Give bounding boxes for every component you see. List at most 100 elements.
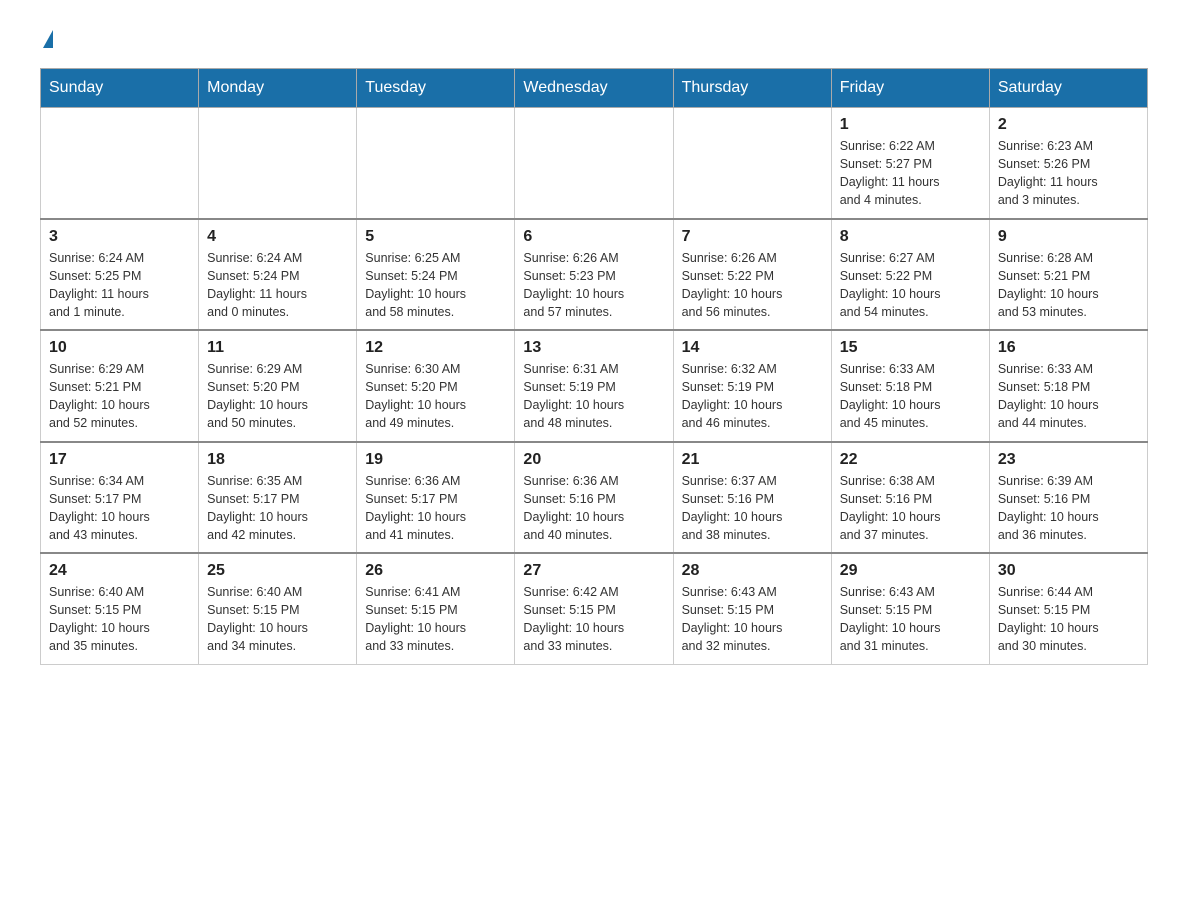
day-info: Sunrise: 6:34 AMSunset: 5:17 PMDaylight:… [49,472,190,545]
day-info: Sunrise: 6:32 AMSunset: 5:19 PMDaylight:… [682,360,823,433]
calendar-week-row: 17 Sunrise: 6:34 AMSunset: 5:17 PMDayligh… [41,442,1148,554]
calendar-cell: 20 Sunrise: 6:36 AMSunset: 5:16 PMDayligh… [515,442,673,554]
day-number: 28 [682,562,823,580]
calendar-cell [673,108,831,219]
calendar-cell: 22 Sunrise: 6:38 AMSunset: 5:16 PMDayligh… [831,442,989,554]
calendar-week-row: 1 Sunrise: 6:22 AMSunset: 5:27 PMDaylight… [41,108,1148,219]
day-number: 7 [682,228,823,246]
day-info: Sunrise: 6:27 AMSunset: 5:22 PMDaylight:… [840,249,981,322]
day-number: 6 [523,228,664,246]
day-info: Sunrise: 6:40 AMSunset: 5:15 PMDaylight:… [207,583,348,656]
calendar-cell: 9Sunrise: 6:28 AMSunset: 5:21 PMDaylight… [989,219,1147,331]
day-number: 13 [523,339,664,357]
day-number: 17 [49,451,190,469]
calendar-week-row: 10 Sunrise: 6:29 AMSunset: 5:21 PMDayligh… [41,330,1148,442]
day-number: 30 [998,562,1139,580]
day-number: 22 [840,451,981,469]
day-number: 26 [365,562,506,580]
day-number: 24 [49,562,190,580]
day-info: Sunrise: 6:33 AMSunset: 5:18 PMDaylight:… [840,360,981,433]
day-info: Sunrise: 6:36 AMSunset: 5:16 PMDaylight:… [523,472,664,545]
logo-triangle-icon [43,30,53,48]
weekday-header-thursday: Thursday [673,69,831,108]
calendar-cell: 19 Sunrise: 6:36 AMSunset: 5:17 PMDayligh… [357,442,515,554]
calendar-cell: 3Sunrise: 6:24 AMSunset: 5:25 PMDaylight… [41,219,199,331]
day-number: 5 [365,228,506,246]
day-info: Sunrise: 6:43 AMSunset: 5:15 PMDaylight:… [840,583,981,656]
calendar-cell: 25 Sunrise: 6:40 AMSunset: 5:15 PMDayligh… [199,553,357,664]
day-number: 20 [523,451,664,469]
day-number: 25 [207,562,348,580]
calendar-week-row: 24 Sunrise: 6:40 AMSunset: 5:15 PMDayligh… [41,553,1148,664]
day-info: Sunrise: 6:38 AMSunset: 5:16 PMDaylight:… [840,472,981,545]
calendar-cell: 10 Sunrise: 6:29 AMSunset: 5:21 PMDayligh… [41,330,199,442]
calendar-cell: 30 Sunrise: 6:44 AMSunset: 5:15 PMDayligh… [989,553,1147,664]
day-number: 18 [207,451,348,469]
calendar-cell: 12 Sunrise: 6:30 AMSunset: 5:20 PMDayligh… [357,330,515,442]
day-info: Sunrise: 6:44 AMSunset: 5:15 PMDaylight:… [998,583,1139,656]
day-info: Sunrise: 6:40 AMSunset: 5:15 PMDaylight:… [49,583,190,656]
day-number: 8 [840,228,981,246]
calendar-cell: 5 Sunrise: 6:25 AMSunset: 5:24 PMDaylight… [357,219,515,331]
day-info: Sunrise: 6:31 AMSunset: 5:19 PMDaylight:… [523,360,664,433]
calendar-cell: 14 Sunrise: 6:32 AMSunset: 5:19 PMDayligh… [673,330,831,442]
day-number: 16 [998,339,1139,357]
day-number: 1 [840,116,981,134]
weekday-header-tuesday: Tuesday [357,69,515,108]
calendar-cell: 4Sunrise: 6:24 AMSunset: 5:24 PMDaylight… [199,219,357,331]
day-info: Sunrise: 6:41 AMSunset: 5:15 PMDaylight:… [365,583,506,656]
calendar-cell: 6 Sunrise: 6:26 AMSunset: 5:23 PMDaylight… [515,219,673,331]
day-info: Sunrise: 6:28 AMSunset: 5:21 PMDaylight:… [998,249,1139,322]
day-number: 15 [840,339,981,357]
calendar-cell: 18 Sunrise: 6:35 AMSunset: 5:17 PMDayligh… [199,442,357,554]
day-info: Sunrise: 6:37 AMSunset: 5:16 PMDaylight:… [682,472,823,545]
calendar-cell [199,108,357,219]
weekday-header-saturday: Saturday [989,69,1147,108]
weekday-header-row: SundayMondayTuesdayWednesdayThursdayFrid… [41,69,1148,108]
weekday-header-monday: Monday [199,69,357,108]
day-number: 3 [49,228,190,246]
calendar-cell: 16 Sunrise: 6:33 AMSunset: 5:18 PMDayligh… [989,330,1147,442]
day-info: Sunrise: 6:25 AMSunset: 5:24 PMDaylight:… [365,249,506,322]
calendar-cell: 7Sunrise: 6:26 AMSunset: 5:22 PMDaylight… [673,219,831,331]
calendar-cell: 24 Sunrise: 6:40 AMSunset: 5:15 PMDayligh… [41,553,199,664]
day-info: Sunrise: 6:29 AMSunset: 5:21 PMDaylight:… [49,360,190,433]
weekday-header-friday: Friday [831,69,989,108]
calendar-cell: 1 Sunrise: 6:22 AMSunset: 5:27 PMDaylight… [831,108,989,219]
day-number: 27 [523,562,664,580]
calendar-cell: 15 Sunrise: 6:33 AMSunset: 5:18 PMDayligh… [831,330,989,442]
weekday-header-sunday: Sunday [41,69,199,108]
day-number: 14 [682,339,823,357]
day-info: Sunrise: 6:22 AMSunset: 5:27 PMDaylight:… [840,137,981,210]
day-info: Sunrise: 6:36 AMSunset: 5:17 PMDaylight:… [365,472,506,545]
calendar-cell: 13 Sunrise: 6:31 AMSunset: 5:19 PMDayligh… [515,330,673,442]
calendar-cell [357,108,515,219]
calendar-cell: 21 Sunrise: 6:37 AMSunset: 5:16 PMDayligh… [673,442,831,554]
calendar-cell: 2 Sunrise: 6:23 AMSunset: 5:26 PMDaylight… [989,108,1147,219]
day-info: Sunrise: 6:39 AMSunset: 5:16 PMDaylight:… [998,472,1139,545]
calendar-cell: 27 Sunrise: 6:42 AMSunset: 5:15 PMDayligh… [515,553,673,664]
day-number: 12 [365,339,506,357]
day-info: Sunrise: 6:30 AMSunset: 5:20 PMDaylight:… [365,360,506,433]
day-number: 11 [207,339,348,357]
day-info: Sunrise: 6:24 AMSunset: 5:24 PMDaylight:… [207,249,348,322]
day-info: Sunrise: 6:42 AMSunset: 5:15 PMDaylight:… [523,583,664,656]
day-info: Sunrise: 6:26 AMSunset: 5:23 PMDaylight:… [523,249,664,322]
day-info: Sunrise: 6:33 AMSunset: 5:18 PMDaylight:… [998,360,1139,433]
calendar-cell: 26 Sunrise: 6:41 AMSunset: 5:15 PMDayligh… [357,553,515,664]
weekday-header-wednesday: Wednesday [515,69,673,108]
day-info: Sunrise: 6:35 AMSunset: 5:17 PMDaylight:… [207,472,348,545]
calendar-cell [41,108,199,219]
day-number: 2 [998,116,1139,134]
day-number: 19 [365,451,506,469]
day-info: Sunrise: 6:43 AMSunset: 5:15 PMDaylight:… [682,583,823,656]
calendar-cell [515,108,673,219]
day-number: 21 [682,451,823,469]
calendar-cell: 17 Sunrise: 6:34 AMSunset: 5:17 PMDayligh… [41,442,199,554]
calendar-table: SundayMondayTuesdayWednesdayThursdayFrid… [40,68,1148,665]
day-number: 23 [998,451,1139,469]
day-number: 10 [49,339,190,357]
day-number: 29 [840,562,981,580]
calendar-week-row: 3Sunrise: 6:24 AMSunset: 5:25 PMDaylight… [41,219,1148,331]
day-info: Sunrise: 6:23 AMSunset: 5:26 PMDaylight:… [998,137,1139,210]
